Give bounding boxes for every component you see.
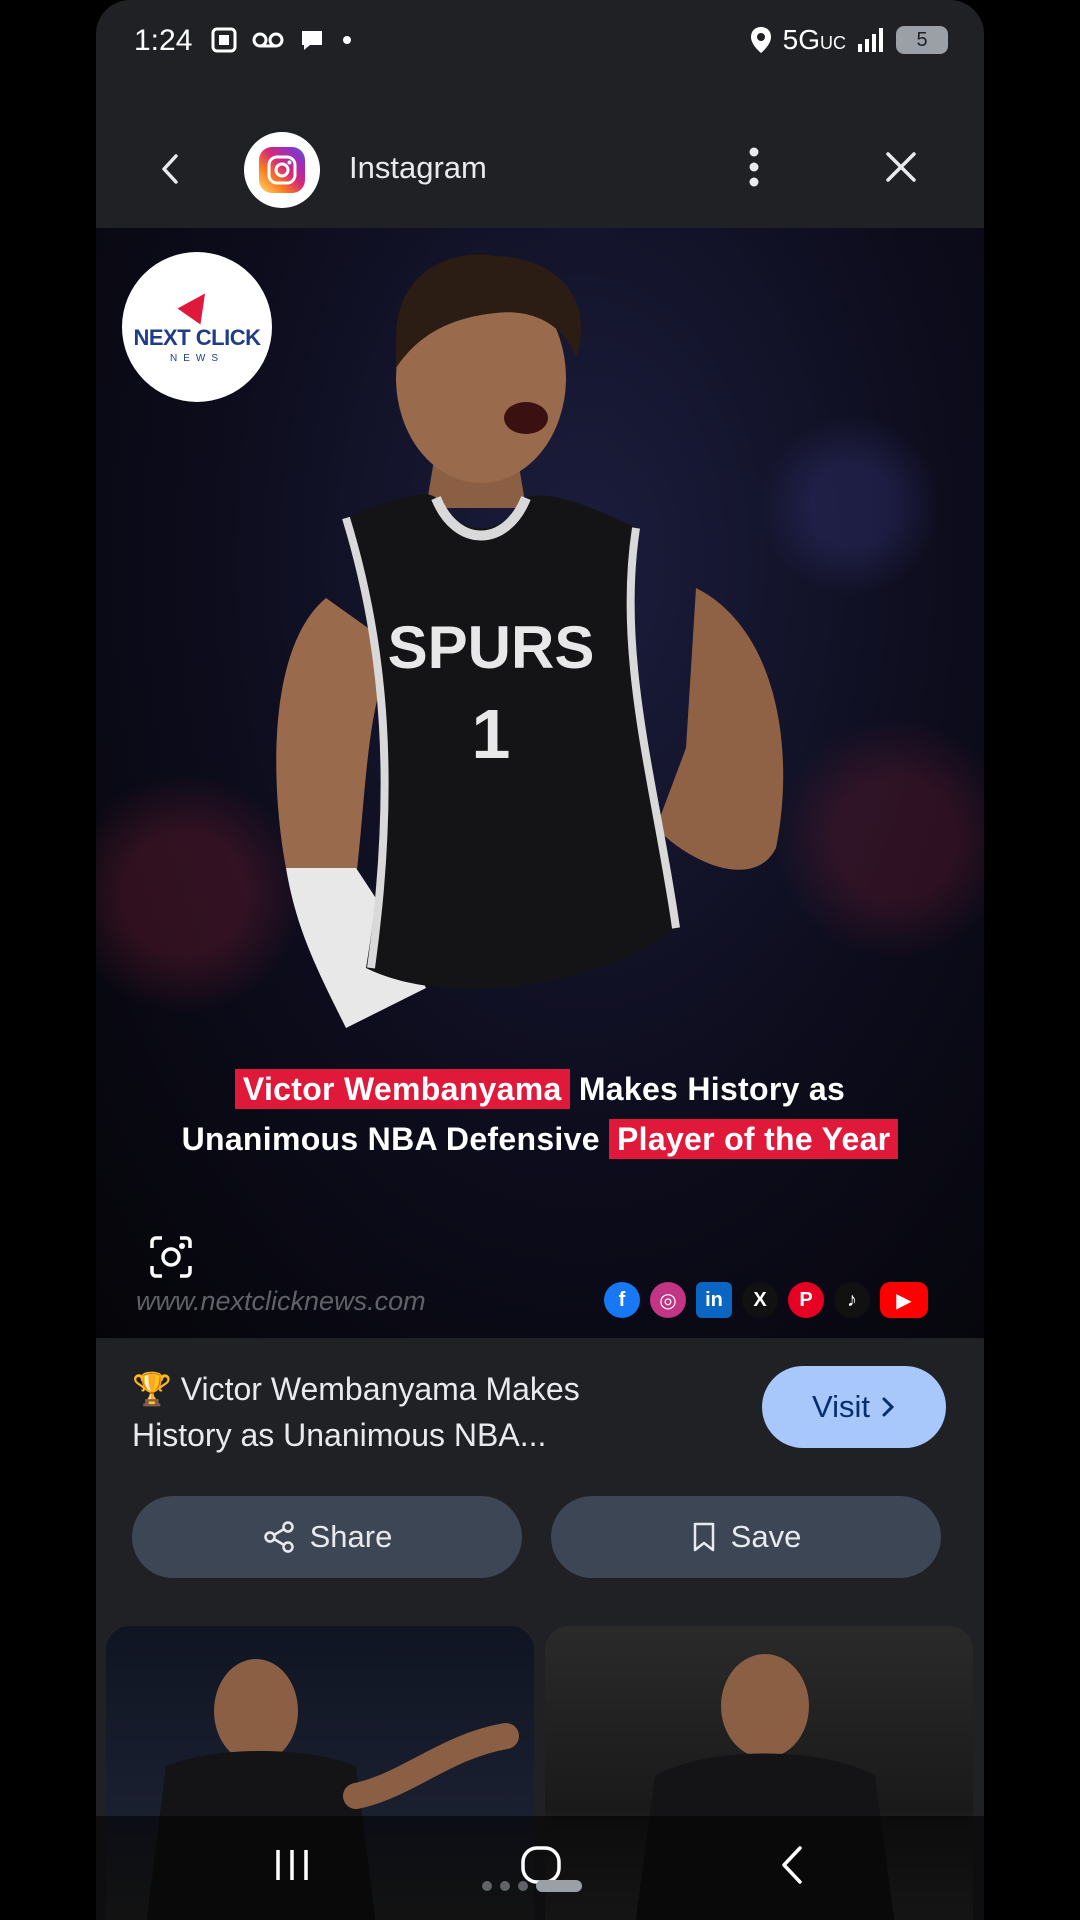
linkedin-icon: in <box>696 1282 732 1318</box>
lens-search-icon[interactable] <box>148 1234 194 1280</box>
result-title[interactable]: 🏆 Victor Wembanyama Makes History as Una… <box>132 1366 672 1458</box>
signal-icon <box>858 28 883 52</box>
result-image[interactable]: SPURS 1 NEXT CLICK NEWS Victor Wembanyam… <box>96 228 984 1338</box>
share-button[interactable]: Share <box>132 1496 522 1578</box>
x-icon: X <box>742 1282 778 1318</box>
bookmark-icon <box>693 1522 714 1552</box>
location-icon <box>750 27 771 53</box>
youtube-icon: ▶ <box>880 1282 928 1318</box>
screenshot-icon <box>211 27 237 53</box>
lens-result-sheet: 1:24 5GUC 5 Instagram SPURS 1 NEXT CLICK… <box>96 0 984 1920</box>
pinterest-icon: P <box>788 1282 824 1318</box>
dot-icon <box>343 36 351 44</box>
nav-back-icon[interactable] <box>764 1840 824 1890</box>
page-indicator <box>482 1880 582 1892</box>
tiktok-icon: ♪ <box>834 1282 870 1318</box>
more-vert-icon[interactable] <box>744 142 764 192</box>
source-watermark: www.nextclicknews.com <box>136 1286 426 1316</box>
next-click-news-logo: NEXT CLICK NEWS <box>122 252 272 402</box>
jersey-text: SPURS <box>388 614 595 681</box>
facebook-icon: f <box>604 1282 640 1318</box>
caption-line-2: Unanimous NBA Defensive Player of the Ye… <box>96 1114 984 1164</box>
recent-apps-icon[interactable] <box>262 1840 322 1890</box>
instagram-icon <box>259 147 305 193</box>
share-icon <box>263 1521 294 1553</box>
page-dot <box>518 1881 528 1891</box>
source-header: Instagram <box>96 120 984 220</box>
close-icon[interactable] <box>876 142 926 192</box>
visit-button[interactable]: Visit <box>762 1366 946 1448</box>
status-right: 5GUC 5 <box>749 24 948 56</box>
system-nav-bar <box>0 1816 1080 1920</box>
image-caption: Victor Wembanyama Makes History as Unani… <box>96 1064 984 1164</box>
page-dot <box>482 1881 492 1891</box>
caption-line-1: Victor Wembanyama Makes History as <box>96 1064 984 1114</box>
chevron-right-icon <box>882 1397 895 1417</box>
save-button[interactable]: Save <box>551 1496 941 1578</box>
back-arrow-icon[interactable] <box>146 144 196 194</box>
notification-icons <box>210 26 354 54</box>
status-time: 1:24 <box>134 24 193 57</box>
instagram-logo <box>244 132 320 208</box>
source-title[interactable]: Instagram <box>349 150 487 186</box>
social-icons: f ◎ in X P ♪ ▶ <box>604 1282 928 1318</box>
page-dot <box>500 1881 510 1891</box>
page-dot-active <box>536 1880 582 1892</box>
voicemail-icon <box>252 32 284 48</box>
rocket-icon <box>177 285 217 324</box>
battery-icon: 5 <box>896 26 948 54</box>
network-label: 5GUC <box>782 24 846 55</box>
status-bar: 1:24 5GUC 5 <box>96 0 984 88</box>
chat-icon <box>302 31 322 50</box>
jersey-number: 1 <box>472 695 511 773</box>
instagram-small-icon: ◎ <box>650 1282 686 1318</box>
